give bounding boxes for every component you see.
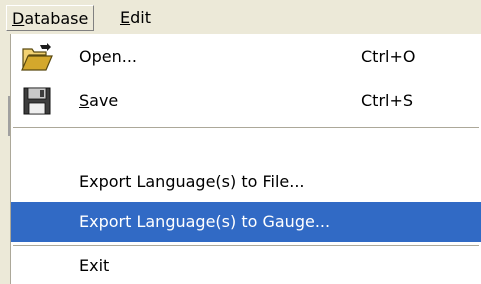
menu-item-export-file-label: Export Language(s) to File... xyxy=(79,172,305,191)
menu-item-open-label: Open... xyxy=(79,47,137,66)
floppy-disk-icon xyxy=(23,87,51,115)
menu-item-open-shortcut: Ctrl+O xyxy=(361,47,416,66)
menu-item-save-rest: ave xyxy=(89,91,119,110)
menu-database-mnemonic: D xyxy=(12,9,25,28)
menu-item-save-shortcut: Ctrl+S xyxy=(361,91,414,110)
menu-item-save[interactable]: Save Ctrl+S xyxy=(11,80,481,122)
menu-item-export-gauge-label: Export Language(s) to Gauge... xyxy=(79,212,331,231)
menu-item-save-label: Save xyxy=(79,80,118,122)
database-menu-dropdown: Open... Ctrl+O Save Ctrl+S Export Langua… xyxy=(10,34,481,284)
menu-edit-mnemonic: E xyxy=(120,8,131,27)
menu-separator-2 xyxy=(13,245,479,247)
menu-item-open[interactable]: Open... Ctrl+O xyxy=(11,36,481,78)
menu-edit[interactable]: Edit xyxy=(115,5,156,31)
menu-item-export-gauge[interactable]: Export Language(s) to Gauge... xyxy=(11,202,481,242)
folder-open-icon xyxy=(21,43,53,71)
menu-item-save-mnemonic: S xyxy=(79,91,90,110)
window-left-edge xyxy=(0,34,10,284)
menu-database-label: atabase xyxy=(24,9,89,28)
menu-item-exit-label: Exit xyxy=(79,256,110,275)
menu-bar: Database Edit xyxy=(0,0,481,34)
menu-item-export-file[interactable]: Export Language(s) to File... xyxy=(11,162,481,202)
menu-separator xyxy=(13,127,479,129)
menu-edit-label: dit xyxy=(130,8,151,27)
menu-item-exit[interactable]: Exit xyxy=(11,248,481,284)
menu-database[interactable]: Database xyxy=(6,5,95,31)
